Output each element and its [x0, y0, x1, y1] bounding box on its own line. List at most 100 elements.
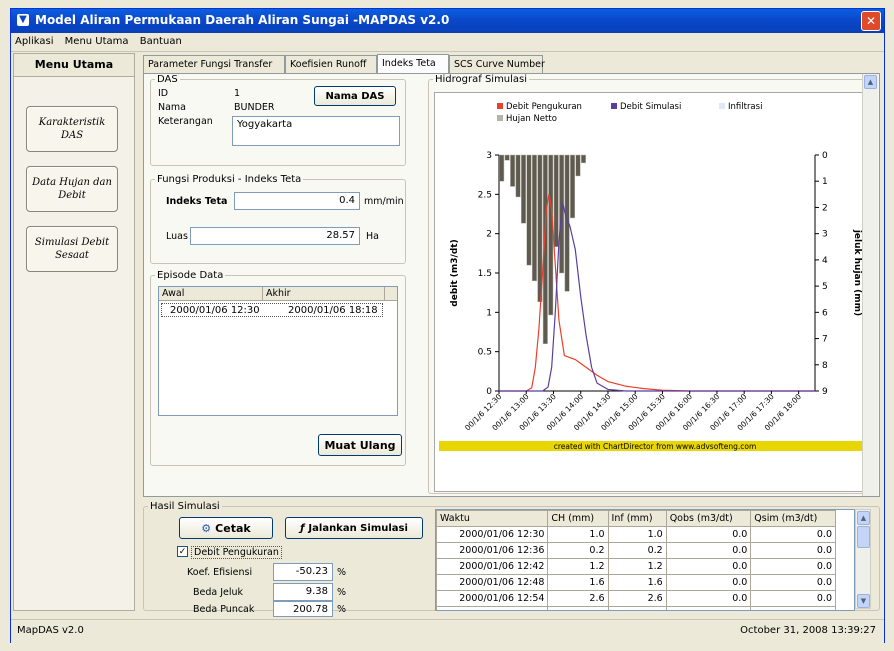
- main-window: ▼ Model Aliran Permukaan Daerah Aliran S…: [10, 8, 885, 643]
- status-datetime: October 31, 2008 13:39:27: [740, 625, 876, 636]
- tab-koefisien-runoff[interactable]: Koefisien Runoff: [285, 55, 377, 73]
- app-icon: ▼: [17, 14, 29, 26]
- y-right-tick-label: 3: [822, 230, 828, 240]
- table-scroll-thumb[interactable]: [857, 526, 870, 548]
- table-cell: 4.2: [607, 606, 667, 610]
- y-right-tick-label: 8: [822, 361, 828, 371]
- table-cell: 0.0: [750, 542, 836, 559]
- table-cell: 2000/01/06 12:48: [436, 574, 549, 591]
- jalankan-simulasi-button[interactable]: ƒ Jalankan Simulasi: [285, 517, 423, 539]
- hidrograf-svg: Debit Pengukuran Debit Simulasi Infiltrasi…: [439, 102, 871, 451]
- hujan-bar: [553, 154, 559, 248]
- table-cell: 0.0: [750, 558, 836, 575]
- hujan-bar: [537, 154, 543, 303]
- beda-jeluk-input[interactable]: 9.38: [273, 583, 333, 601]
- list-item[interactable]: 2000/01/06 12:30 2000/01/06 18:18: [161, 303, 383, 317]
- table-cell: 0.0: [665, 590, 752, 607]
- menu-bantuan[interactable]: Bantuan: [140, 33, 182, 51]
- tab-parameter-fungsi-transfer[interactable]: Parameter Fungsi Transfer: [143, 55, 285, 73]
- episode-list[interactable]: Awal Akhir 2000/01/06 12:30 2000/01/06 1…: [158, 286, 398, 416]
- table-row[interactable]: 2000/01/06 12:30 1.0 1.0 0.0 0.0: [436, 526, 836, 543]
- fungsi-produksi-group: Fungsi Produksi - Indeks Teta: [150, 174, 406, 264]
- y-right-tick-label: 6: [822, 308, 828, 318]
- y-left-tick-label: 1: [486, 308, 492, 318]
- chart-scrollbar[interactable]: ▲: [862, 74, 878, 496]
- indeks-teta-unit: mm/min: [364, 196, 404, 207]
- table-scroll-down[interactable]: ▼: [857, 594, 870, 608]
- table-cell: 1.2: [547, 558, 609, 575]
- y-right-tick-label: 4: [822, 256, 828, 266]
- karakteristik-das-button[interactable]: Karakteristik DAS: [26, 106, 118, 152]
- menu-bar: Aplikasi Menu Utama Bantuan: [11, 33, 884, 52]
- legend-label-0: Debit Pengukuran: [506, 102, 582, 112]
- gear-icon: ⚙: [201, 521, 212, 535]
- table-header-4[interactable]: Qsim (m3/dt): [750, 510, 836, 527]
- legend-swatch-1: [611, 103, 617, 109]
- hasil-simulasi-legend: Hasil Simulasi: [150, 501, 220, 512]
- episode-col-spacer: [385, 287, 397, 301]
- episode-col-awal[interactable]: Awal: [159, 287, 263, 301]
- das-keterangan-label: Keterangan: [158, 116, 213, 127]
- table-header-2[interactable]: Inf (mm): [607, 510, 667, 527]
- muat-ulang-button[interactable]: Muat Ulang: [318, 434, 402, 456]
- y-right-tick-label: 2: [822, 203, 828, 213]
- table-header-0[interactable]: Waktu: [436, 510, 549, 527]
- tab-indeks-teta[interactable]: Indeks Teta: [377, 54, 449, 74]
- koef-efisiensi-input[interactable]: -50.23: [273, 563, 333, 581]
- table-cell: 0.0: [750, 590, 836, 607]
- hujan-bar: [499, 154, 505, 182]
- nama-das-button[interactable]: Nama DAS: [314, 86, 396, 106]
- table-row[interactable]: 2000/01/06 13:004.24.20.040.0: [436, 606, 836, 610]
- table-cell: 2000/01/06 12:30: [436, 526, 549, 543]
- y-right-tick-label: 9: [822, 387, 828, 397]
- table-cell: 4.2: [547, 606, 609, 610]
- indeks-teta-input[interactable]: 0.4: [234, 192, 360, 210]
- y-left-tick-label: 2.5: [478, 190, 492, 200]
- table-row[interactable]: 2000/01/06 12:48 1.6 1.6 0.0 0.0: [436, 574, 836, 591]
- hujan-bar: [580, 154, 586, 164]
- table-scroll-up[interactable]: ▲: [857, 511, 870, 525]
- status-bar: MapDAS v2.0 October 31, 2008 13:39:27: [11, 619, 884, 643]
- hasil-table-container[interactable]: Waktu CH (mm) Inf (mm) Qobs (m3/dt) Qsim (m3…: [435, 509, 855, 611]
- table-header-1[interactable]: CH (mm): [547, 510, 609, 527]
- cetak-button[interactable]: ⚙ Cetak: [179, 517, 273, 539]
- table-cell: 0.0: [665, 542, 752, 559]
- table-cell: 2.6: [547, 590, 609, 607]
- function-icon: ƒ: [300, 522, 305, 534]
- data-hujan-debit-button[interactable]: Data Hujan dan Debit: [26, 166, 118, 212]
- table-cell: 0.0: [665, 526, 752, 543]
- chart-footer-text: created with ChartDirector from www.advs…: [554, 442, 757, 451]
- hujan-bar: [521, 154, 526, 224]
- menu-aplikasi[interactable]: Aplikasi: [15, 33, 53, 51]
- table-cell: 0.0: [750, 526, 836, 543]
- window-title: Model Aliran Permukaan Daerah Aliran Sun…: [35, 13, 450, 27]
- table-scrollbar[interactable]: ▲ ▼: [855, 509, 871, 609]
- y-left-axis-label: debit (m3/dt): [450, 239, 460, 306]
- table-row[interactable]: 2000/01/06 12:36 0.2 0.2 0.0 0.0: [436, 542, 836, 559]
- table-header-3[interactable]: Qobs (m3/dt): [665, 510, 752, 527]
- debit-pengukuran-label[interactable]: Debit Pengukuran: [191, 546, 282, 559]
- y-left-tick-label: 2: [486, 230, 492, 240]
- tab-scs-curve-number[interactable]: SCS Curve Number: [449, 55, 545, 73]
- simulasi-debit-button[interactable]: Simulasi Debit Sesaat: [26, 226, 118, 272]
- table-row[interactable]: 2000/01/06 12:42 1.2 1.2 0.0 0.0: [436, 558, 836, 575]
- debit-pengukuran-checkbox[interactable]: ✓: [177, 546, 188, 557]
- luas-input[interactable]: 28.57: [190, 227, 360, 245]
- scroll-up-arrow[interactable]: ▲: [864, 75, 877, 89]
- keterangan-field[interactable]: Yogyakarta: [232, 116, 400, 146]
- table-row[interactable]: 2000/01/06 12:54 2.6 2.6 0.0 0.0: [436, 590, 836, 607]
- koef-efisiensi-unit: %: [337, 567, 347, 578]
- status-app-version: MapDAS v2.0: [17, 625, 84, 636]
- legend-swatch-3: [497, 115, 503, 121]
- close-button[interactable]: ✕: [861, 11, 881, 31]
- beda-puncak-unit: %: [337, 604, 347, 615]
- menu-menu-utama[interactable]: Menu Utama: [65, 33, 129, 51]
- luas-label: Luas: [166, 231, 188, 242]
- hujan-bar: [531, 154, 537, 282]
- main-area: Parameter Fungsi Transfer Koefisien Runo…: [139, 53, 884, 617]
- beda-jeluk-unit: %: [337, 587, 347, 598]
- episode-col-akhir[interactable]: Akhir: [263, 287, 385, 301]
- hujan-bar: [510, 154, 516, 187]
- beda-puncak-input[interactable]: 200.78: [273, 601, 333, 617]
- hujan-bar: [526, 154, 532, 266]
